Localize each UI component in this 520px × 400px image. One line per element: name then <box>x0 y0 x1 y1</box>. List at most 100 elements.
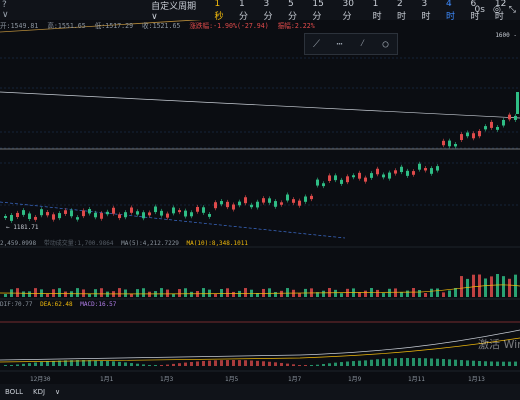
candle-body <box>490 121 493 128</box>
candle-body <box>214 202 217 209</box>
candle-body <box>250 204 253 208</box>
candle-body <box>424 168 427 171</box>
volume-bar <box>76 288 79 297</box>
extended-line-icon[interactable]: ⁄ <box>354 36 372 52</box>
candle-body <box>442 140 445 146</box>
time-tick: 1月1 <box>100 376 114 383</box>
macd-bar <box>280 362 283 366</box>
candle-body <box>148 212 151 216</box>
volume-bar <box>130 293 133 297</box>
candle-body <box>478 130 481 137</box>
indicator-more[interactable]: ∨ <box>50 388 65 396</box>
candle-body <box>184 210 187 217</box>
candle-body <box>304 196 307 202</box>
candle-body <box>106 211 109 215</box>
volume-bar <box>436 288 439 297</box>
candle-body <box>436 166 439 171</box>
circle-icon[interactable]: ○ <box>377 36 395 52</box>
volume-bar <box>94 289 97 297</box>
candle-body <box>226 201 229 208</box>
candle-body <box>190 212 193 217</box>
macd-bar <box>46 361 49 366</box>
tab-period-1[interactable]: 1秒 <box>210 0 234 22</box>
fullscreen-icon[interactable]: ⤡ <box>509 5 516 15</box>
low-value: 低:1517.29 <box>94 22 134 30</box>
volume-bar <box>16 288 19 297</box>
volume-bar <box>322 290 325 297</box>
tab-period-4[interactable]: 5分 <box>283 0 307 22</box>
macd-bar <box>352 361 355 366</box>
volume-bar <box>88 293 91 297</box>
volume-bar <box>244 288 247 297</box>
macd-bar <box>124 362 127 366</box>
tab-period-10[interactable]: 4时 <box>441 0 465 22</box>
volume-bar <box>172 293 175 297</box>
macd-bar <box>214 360 217 366</box>
tab-period-8[interactable]: 2时 <box>392 0 416 22</box>
volume-bar <box>190 291 193 297</box>
candle-body <box>346 176 349 183</box>
candle-body <box>448 140 451 147</box>
macd-bar <box>442 359 445 366</box>
symbol-selector[interactable]: ? ∨ <box>2 0 16 20</box>
macd-bar <box>10 365 13 366</box>
tab-period-7[interactable]: 1时 <box>368 0 392 22</box>
tab-period-0[interactable]: 自定义周期 ∨ <box>146 0 209 22</box>
volume-bar <box>430 288 433 297</box>
settings-icon[interactable]: ◎ <box>493 5 501 15</box>
volume-bar <box>466 278 469 297</box>
macd-bar <box>292 364 295 366</box>
candle-body <box>358 172 361 179</box>
macd-bar <box>346 361 349 366</box>
candle-body <box>28 213 31 220</box>
candle-body <box>10 215 13 221</box>
volume-bar <box>82 289 85 297</box>
macd-bar <box>172 363 175 366</box>
volume-bar <box>112 291 115 297</box>
volume-bar <box>280 290 283 297</box>
volume-bar <box>52 289 55 297</box>
tab-period-3[interactable]: 3分 <box>258 0 282 22</box>
candle-body <box>70 210 73 217</box>
macd-bar <box>496 361 499 366</box>
macd-bar <box>394 358 397 366</box>
volume-bar <box>142 288 145 297</box>
macd-bar <box>400 358 403 366</box>
toolbar-interval-text[interactable]: 0s <box>475 5 485 15</box>
macd-dif-line <box>0 329 520 361</box>
candle-body <box>514 115 517 120</box>
candle-body <box>316 179 319 186</box>
candle-body <box>352 175 355 178</box>
tab-period-2[interactable]: 1分 <box>234 0 258 22</box>
candle-body <box>52 214 55 220</box>
period-tabs: 自定义周期 ∨ 1秒 1分 3分 5分 15分 30分 1时 2时 3时 4时 6时 12时 <box>146 0 520 22</box>
candle-body <box>64 210 67 214</box>
candlestick-series <box>4 92 519 223</box>
volume-bar <box>388 288 391 297</box>
indicator-boll[interactable]: BOLL <box>0 388 28 396</box>
volume-legend: 2,459.0998 带动成交量:1,700.9864 MA(5):4,212.… <box>0 238 248 247</box>
volume-bar <box>382 293 385 297</box>
tab-period-6[interactable]: 30分 <box>337 0 367 22</box>
tab-period-5[interactable]: 15分 <box>307 0 337 22</box>
ray-line-icon[interactable]: ⋯ <box>331 36 349 52</box>
candle-body <box>202 207 205 213</box>
macd-bar <box>142 364 145 366</box>
trend-line-icon[interactable]: ⟋ <box>308 36 326 52</box>
volume-bar <box>274 291 277 297</box>
volume-bar <box>400 292 403 297</box>
macd-bar <box>316 364 319 366</box>
macd-bar <box>130 363 133 366</box>
volume-bar <box>196 290 199 297</box>
tab-period-9[interactable]: 3时 <box>417 0 441 22</box>
volume-bar <box>376 289 379 297</box>
macd-bar <box>220 360 223 366</box>
macd-bar <box>208 360 211 366</box>
macd-bar <box>508 361 511 366</box>
candle-body <box>460 134 463 141</box>
indicator-kdj[interactable]: KDJ <box>28 388 50 396</box>
chart-grid <box>0 0 520 372</box>
macd-dif: DIF:70.77 <box>0 301 33 308</box>
candle-body <box>172 207 175 214</box>
volume-bar <box>334 289 337 297</box>
